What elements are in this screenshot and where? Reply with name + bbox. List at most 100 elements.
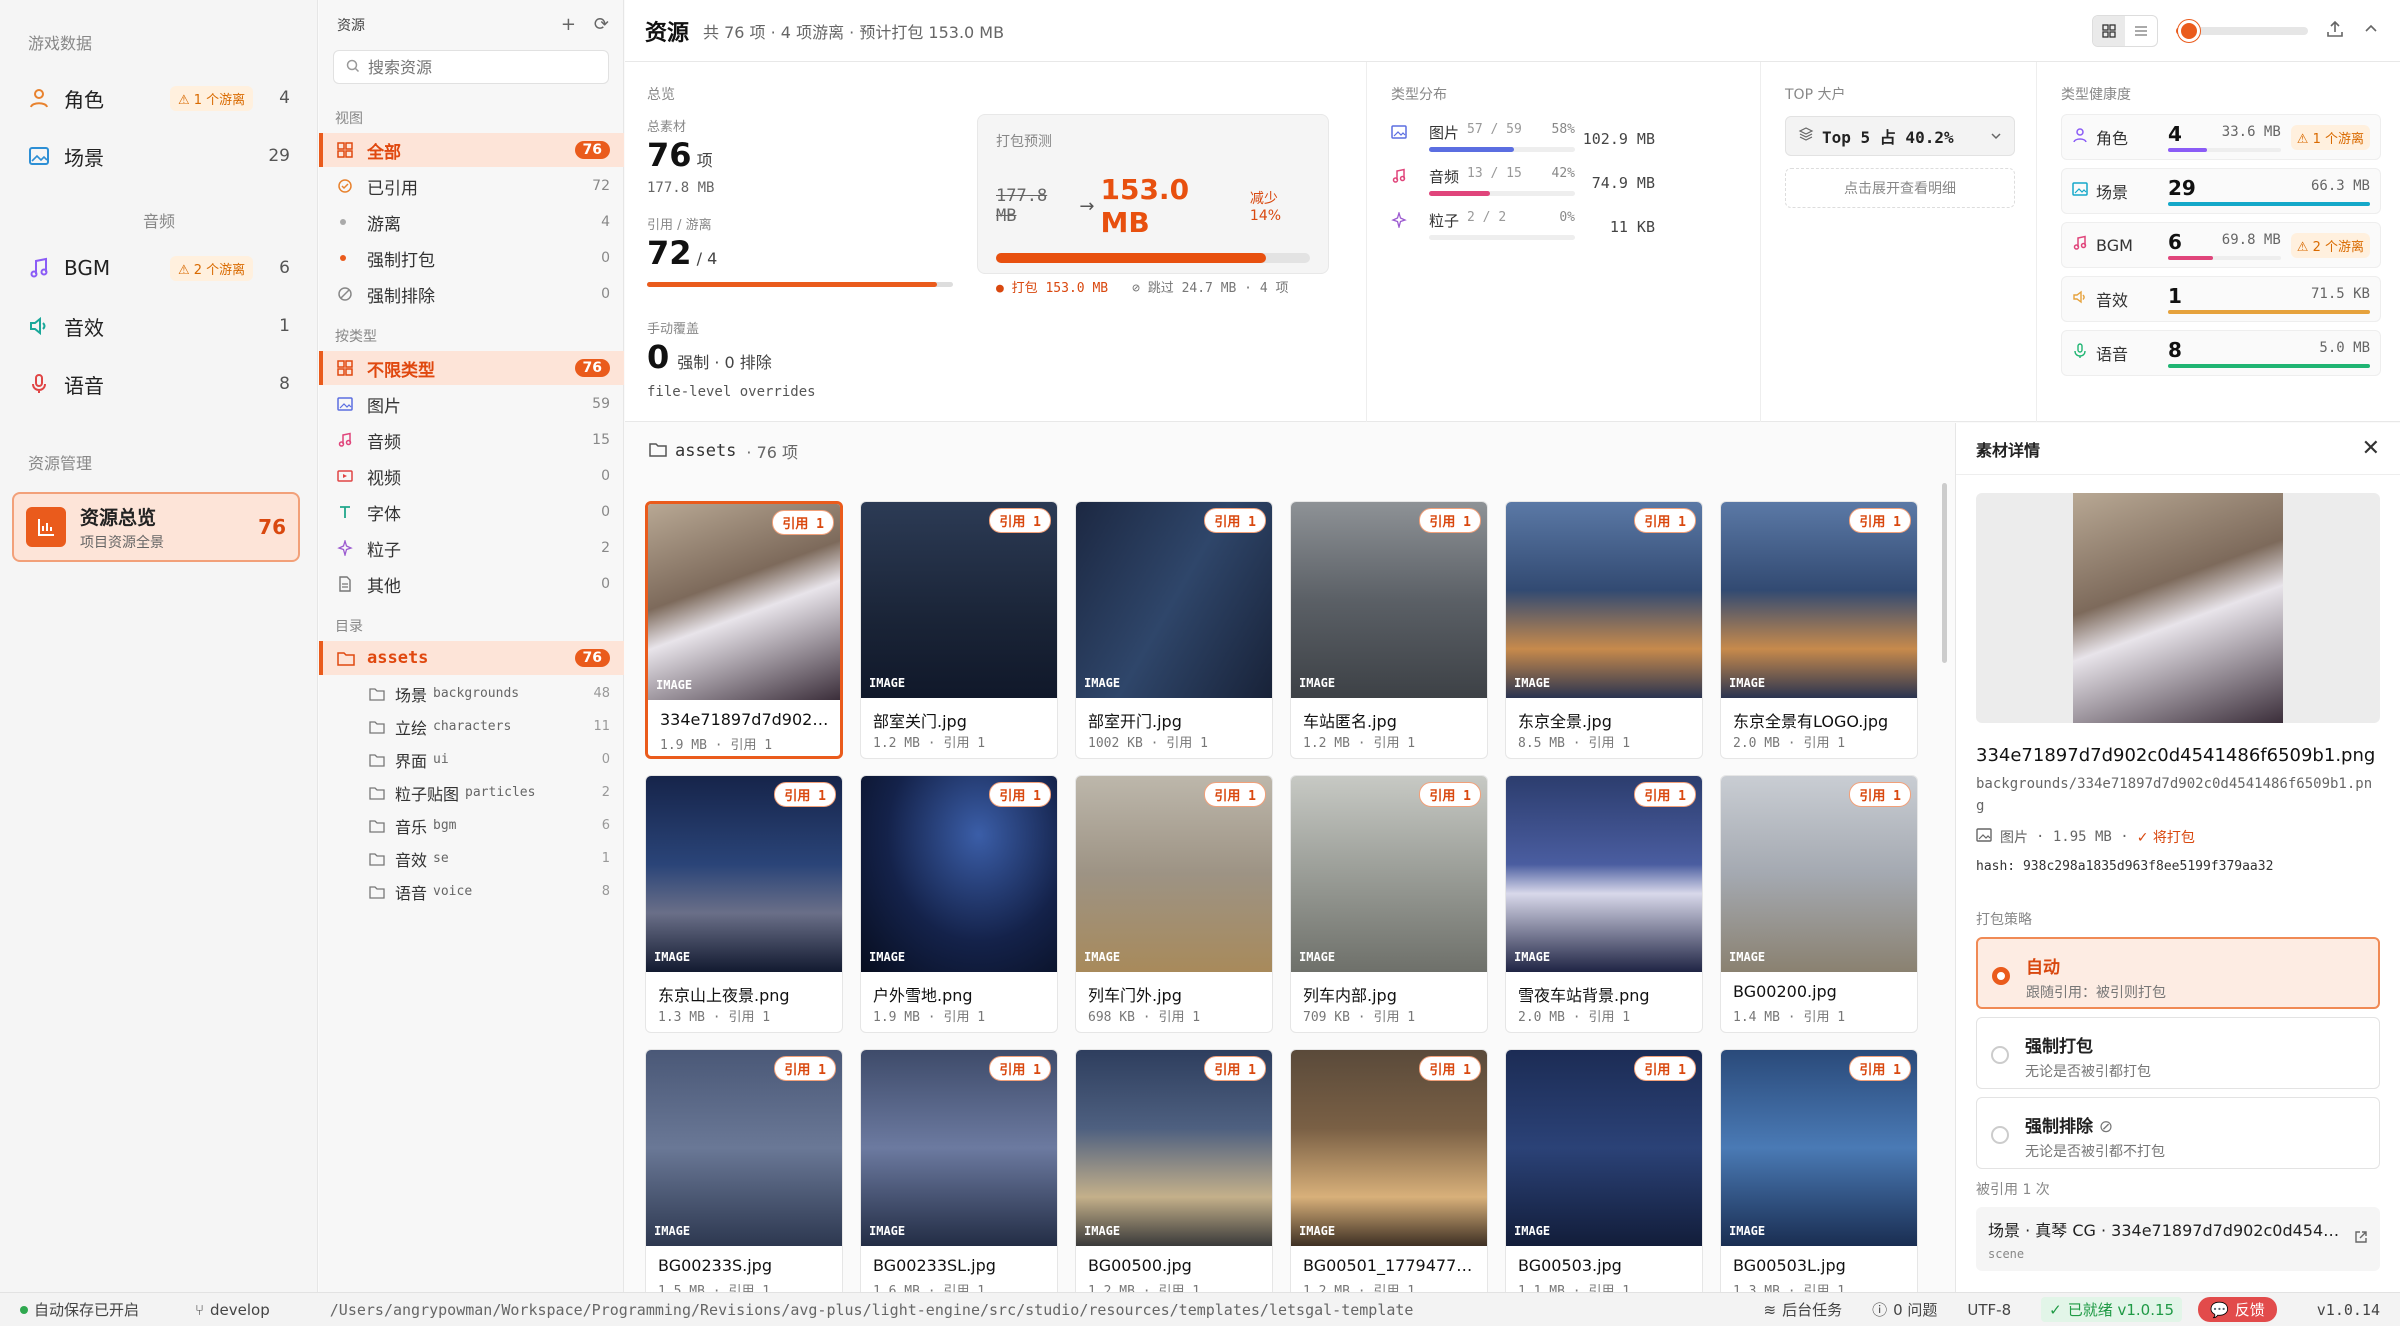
- health-row-bgm[interactable]: BGM 6 69.8 MB ⚠ 2 个游离: [2061, 222, 2381, 268]
- encoding[interactable]: UTF-8: [1967, 1301, 2011, 1319]
- type-size: 74.9 MB: [1591, 174, 1655, 192]
- nav-item-resource-overview[interactable]: 资源总览 项目资源全景 76: [12, 492, 300, 562]
- type-size: 102.9 MB: [1582, 130, 1655, 148]
- nav-item-sfx[interactable]: 音效 1: [14, 300, 304, 352]
- tree-item-assets[interactable]: assets 76: [319, 641, 624, 675]
- asset-kind-label: IMAGE: [654, 1224, 691, 1238]
- tree-dir-particles[interactable]: 粒子贴图 particles 2: [319, 776, 624, 809]
- tree-item-referenced[interactable]: 已引用 72: [319, 169, 624, 203]
- ref-badge: 引用 1: [774, 1056, 836, 1081]
- problems-status[interactable]: ⓘ 0 问题: [1872, 1299, 1937, 1320]
- tree-dir-ui[interactable]: 界面 ui 0: [319, 743, 624, 776]
- asset-card[interactable]: 引用 1 IMAGE 东京全景.jpg 8.5 MB · 引用 1: [1505, 501, 1703, 759]
- health-row-sfx[interactable]: 音效 1 71.5 KB: [2061, 276, 2381, 322]
- policy-auto-option[interactable]: 自动 跟随引用：被引则打包: [1976, 937, 2380, 1009]
- ban-icon: [337, 286, 367, 302]
- zoom-slider-knob[interactable]: [2178, 19, 2201, 42]
- resource-tree: 资源 + ⟳ 视图 全部 76 已引用 72 游离 4 强制打包 0 强制排除 …: [319, 0, 624, 1292]
- top-expand-button[interactable]: 点击展开查看明细: [1785, 168, 2015, 208]
- reference-card[interactable]: 场景 · 真琴 CG · 334e71897d7d902c0d45414... …: [1976, 1207, 2380, 1271]
- asset-card[interactable]: 引用 1 IMAGE 部室关门.jpg 1.2 MB · 引用 1: [860, 501, 1058, 759]
- asset-card[interactable]: 引用 1 IMAGE 东京全景有LOGO.jpg 2.0 MB · 引用 1: [1720, 501, 1918, 759]
- search-input[interactable]: [368, 57, 596, 77]
- asset-card[interactable]: 引用 1 IMAGE BG00233S.jpg 1.5 MB · 引用 1: [645, 1049, 843, 1292]
- health-row-characters[interactable]: 角色 4 33.6 MB ⚠ 1 个游离: [2061, 114, 2381, 160]
- radio-unchecked[interactable]: [1991, 1126, 2009, 1144]
- tree-dir-bgm[interactable]: 音乐 bgm 6: [319, 809, 624, 842]
- background-tasks[interactable]: ≋ 后台任务: [1763, 1299, 1842, 1320]
- policy-force-exclude-option[interactable]: 强制排除 ⊘ 无论是否被引都不打包: [1976, 1097, 2380, 1169]
- asset-kind-label: IMAGE: [1299, 1224, 1336, 1238]
- asset-card[interactable]: 引用 1 IMAGE 列车内部.jpg 709 KB · 引用 1: [1290, 775, 1488, 1033]
- asset-card[interactable]: 引用 1 IMAGE 户外雪地.png 1.9 MB · 引用 1: [860, 775, 1058, 1033]
- detail-size: · 1.95 MB ·: [2036, 829, 2129, 845]
- asset-kind-label: IMAGE: [1299, 676, 1336, 690]
- tree-item-count: 76: [574, 141, 610, 159]
- tree-item-audio[interactable]: 音频 15: [319, 423, 624, 457]
- tree-item-video[interactable]: 视频 0: [319, 459, 624, 493]
- tree-dir-voice[interactable]: 语音 voice 8: [319, 875, 624, 908]
- asset-card[interactable]: 引用 1 IMAGE 部室开门.jpg 1002 KB · 引用 1: [1075, 501, 1273, 759]
- asset-meta: 1.4 MB · 引用 1: [1733, 1010, 1846, 1025]
- asset-card[interactable]: 引用 1 IMAGE 334e71897d7d902c... 1.9 MB · 引用 …: [645, 501, 843, 759]
- top-select[interactable]: Top 5 占 40.2%: [1785, 116, 2015, 156]
- export-icon[interactable]: [2326, 20, 2344, 42]
- type-bar-fill: [1429, 191, 1491, 196]
- grid-view-icon[interactable]: [2093, 15, 2125, 46]
- top-title: TOP 大户: [1785, 87, 1846, 103]
- dir-sub: particles: [465, 785, 536, 800]
- nav-item-characters[interactable]: 角色 ⚠ 1 个游离 4: [14, 72, 304, 124]
- chat-icon: 💬: [2210, 1300, 2229, 1319]
- asset-card[interactable]: 引用 1 IMAGE BG00233SL.jpg 1.6 MB · 引用 1: [860, 1049, 1058, 1292]
- list-view-icon[interactable]: [2125, 16, 2157, 46]
- asset-card[interactable]: 引用 1 IMAGE BG00200.jpg 1.4 MB · 引用 1: [1720, 775, 1918, 1033]
- nav-item-scenes[interactable]: 场景 29: [14, 130, 304, 182]
- tree-item-fonts[interactable]: 字体 0: [319, 495, 624, 529]
- asset-card[interactable]: 引用 1 IMAGE BG00503.jpg 1.1 MB · 引用 1: [1505, 1049, 1703, 1292]
- ready-status[interactable]: ✓ 已就绪 v1.0.15: [2041, 1297, 2183, 1322]
- scrollbar[interactable]: [1942, 483, 1947, 663]
- health-row-scenes[interactable]: 场景 29 66.3 MB: [2061, 168, 2381, 214]
- tree-item-images[interactable]: 图片 59: [319, 387, 624, 421]
- external-link-icon[interactable]: [2354, 1229, 2368, 1248]
- tree-dir-backgrounds[interactable]: 场景 backgrounds 48: [319, 677, 624, 710]
- branch-status[interactable]: ⑂ develop: [195, 1301, 270, 1319]
- asset-thumbnail: 引用 1 IMAGE: [861, 776, 1057, 972]
- tree-dir-characters[interactable]: 立绘 characters 11: [319, 710, 624, 743]
- collapse-icon[interactable]: [2362, 20, 2380, 42]
- orphan-badge: ⚠ 1 个游离: [2290, 124, 2370, 150]
- asset-card[interactable]: 引用 1 IMAGE 车站匿名.jpg 1.2 MB · 引用 1: [1290, 501, 1488, 759]
- tree-item-orphan[interactable]: 游离 4: [319, 205, 624, 239]
- tree-item-force-exclude[interactable]: 强制排除 0: [319, 277, 624, 311]
- detail-preview: [1976, 493, 2380, 723]
- tree-item-label: 其他: [367, 576, 401, 597]
- close-icon[interactable]: ✕: [2362, 436, 2380, 461]
- asset-card[interactable]: 引用 1 IMAGE 雪夜车站背景.png 2.0 MB · 引用 1: [1505, 775, 1703, 1033]
- tree-item-all-types[interactable]: 不限类型 76: [319, 351, 624, 385]
- radio-unchecked[interactable]: [1991, 1046, 2009, 1064]
- nav-item-voice[interactable]: 语音 8: [14, 358, 304, 410]
- search-box[interactable]: [333, 50, 609, 84]
- nav-item-bgm[interactable]: BGM ⚠ 2 个游离 6: [14, 242, 304, 294]
- tree-item-force-pack[interactable]: 强制打包 0: [319, 241, 624, 275]
- plus-icon[interactable]: +: [561, 14, 576, 35]
- zoom-slider[interactable]: [2176, 19, 2308, 42]
- tree-item-label: 全部: [367, 142, 401, 163]
- asset-card[interactable]: 引用 1 IMAGE BG00503L.jpg 1.3 MB · 引用 1: [1720, 1049, 1918, 1292]
- autosave-status[interactable]: 自动保存已开启: [20, 1299, 139, 1320]
- tree-dir-se[interactable]: 音效 se 1: [319, 842, 624, 875]
- refresh-icon[interactable]: ⟳: [594, 14, 609, 35]
- policy-force-pack-option[interactable]: 强制打包 无论是否被引都打包: [1976, 1017, 2380, 1089]
- asset-card[interactable]: 引用 1 IMAGE 列车门外.jpg 698 KB · 引用 1: [1075, 775, 1273, 1033]
- asset-card[interactable]: 引用 1 IMAGE BG00501_17794778... 1.2 MB · 引用 …: [1290, 1049, 1488, 1292]
- feedback-button[interactable]: 💬 反馈: [2198, 1297, 2277, 1322]
- tree-item-other[interactable]: 其他 0: [319, 567, 624, 601]
- health-row-voice[interactable]: 语音 8 5.0 MB: [2061, 330, 2381, 376]
- asset-card[interactable]: 引用 1 IMAGE BG00500.jpg 1.2 MB · 引用 1: [1075, 1049, 1273, 1292]
- health-bar-fill: [2168, 148, 2208, 152]
- asset-card[interactable]: 引用 1 IMAGE 东京山上夜景.png 1.3 MB · 引用 1: [645, 775, 843, 1033]
- radio-checked[interactable]: [1992, 967, 2010, 985]
- tree-item-particles[interactable]: 粒子 2: [319, 531, 624, 565]
- tree-item-label: 视频: [367, 468, 401, 489]
- tree-item-all[interactable]: 全部 76: [319, 133, 624, 167]
